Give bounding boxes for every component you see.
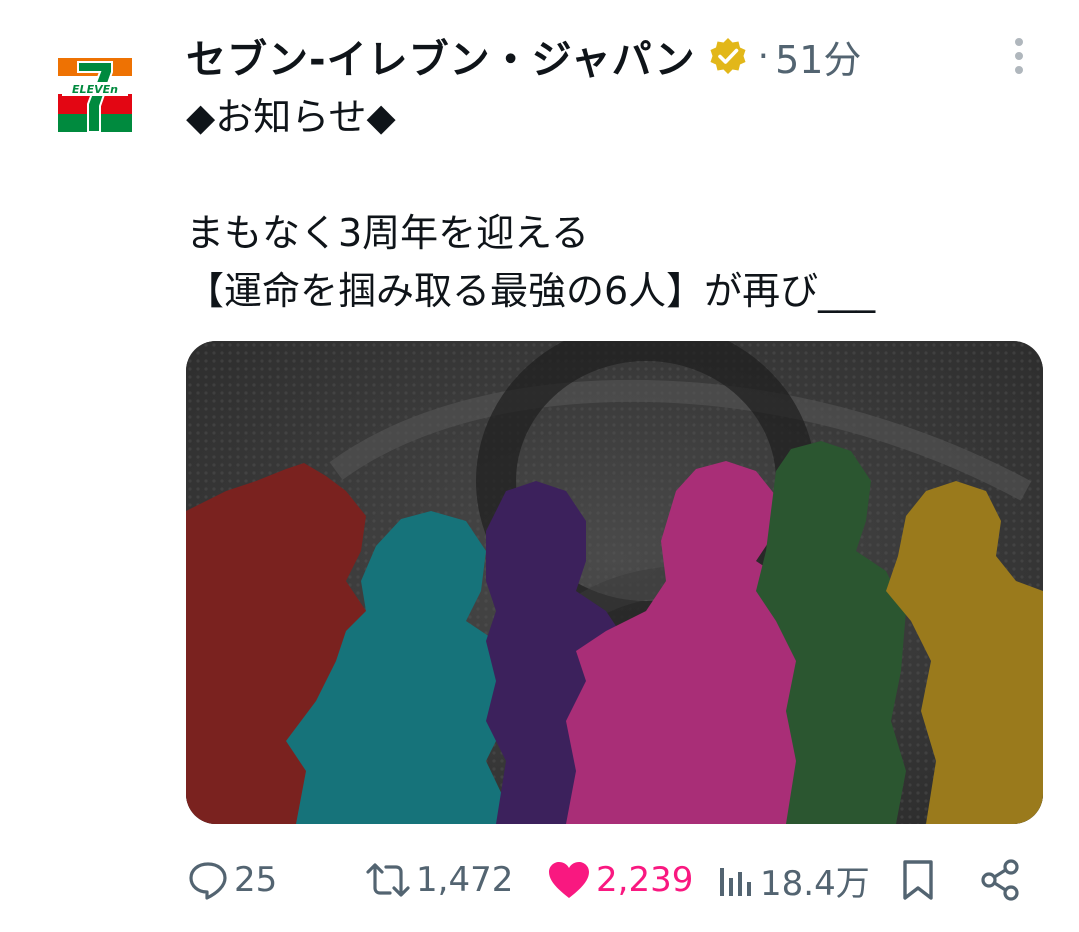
share-button[interactable] [978, 852, 1022, 908]
more-options-icon[interactable] [1008, 36, 1030, 80]
silhouette-image [186, 341, 1043, 824]
tweet-header: セブン‐イレブン・ジャパン · 51分 [186, 26, 1016, 86]
reply-button[interactable]: 25 [186, 852, 277, 908]
separator: · [757, 35, 770, 77]
views-chart-icon [720, 868, 751, 896]
retweet-button[interactable]: 1,472 [364, 852, 513, 908]
post-line: 【運命を掴み取る最強の6人】が再び___ [186, 269, 876, 313]
bookmark-icon [903, 860, 933, 900]
views-button[interactable]: 18.4万 [716, 852, 870, 908]
seven-eleven-logo: ELEVEn [56, 56, 134, 134]
like-count: 2,239 [596, 860, 694, 900]
post-time[interactable]: 51分 [775, 29, 861, 84]
verified-badge-icon [710, 38, 746, 74]
views-count: 18.4万 [760, 863, 870, 904]
post-line: まもなく3周年を迎える [186, 211, 590, 255]
share-icon [981, 859, 1019, 901]
logo-text: ELEVEn [72, 83, 118, 96]
post-text: ◆お知らせ◆ まもなく3周年を迎える 【運命を掴み取る最強の6人】が再び___ [186, 88, 1026, 320]
bookmark-button[interactable] [898, 852, 938, 908]
like-button[interactable]: 2,239 [546, 852, 693, 908]
avatar[interactable]: ELEVEn [56, 56, 134, 134]
reply-icon [189, 862, 227, 900]
retweet-count: 1,472 [416, 860, 514, 900]
post-line [186, 146, 1026, 204]
display-name[interactable]: セブン‐イレブン・ジャパン [186, 27, 696, 85]
post-image[interactable] [186, 341, 1043, 824]
post-line: ◆お知らせ◆ [186, 95, 396, 139]
action-bar: 25 1,472 2,239 18.4万 [186, 852, 1036, 908]
tweet: ELEVEn セブン‐イレブン・ジャパン · 51分 ◆お知らせ◆ まもなく3周… [0, 0, 1079, 932]
reply-count: 25 [234, 860, 278, 900]
retweet-icon [366, 863, 410, 897]
heart-icon [549, 862, 589, 898]
